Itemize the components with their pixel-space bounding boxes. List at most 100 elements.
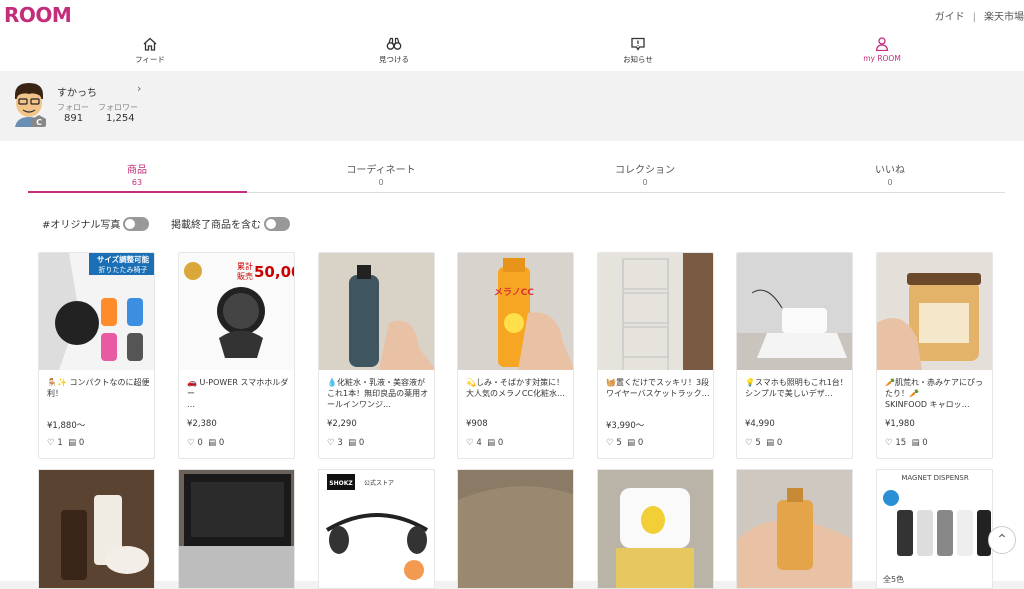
svg-text:C: C [36,118,42,127]
product-meta: ♡ 0 ▤ 0 [187,438,224,448]
svg-text:メラノCC: メラノCC [494,287,534,298]
product-card[interactable] [178,469,295,589]
svg-text:50,000: 50,000 [254,263,295,281]
product-image: SHOKZ 公式ストア [319,470,434,588]
product-card[interactable]: 💡スマホも照明もこれ1台！ シンプルで美しいデザ… ¥4,990 ♡ 5 ▤ 0 [736,252,853,459]
heart-icon[interactable]: ♡ [187,438,195,448]
comment-count: 0 [218,438,225,448]
comment-icon[interactable]: ▤ [766,438,774,448]
comment-icon[interactable]: ▤ [487,438,495,448]
heart-icon[interactable]: ♡ [745,438,753,448]
heart-icon[interactable]: ♡ [885,438,893,448]
product-image [39,470,154,588]
comment-count: 0 [358,438,365,448]
tab-products-label: 商品 [127,165,147,176]
heart-icon[interactable]: ♡ [606,438,614,448]
product-card[interactable]: 累計 販売 50,000 🚗 U-POWER スマホホルダー … ¥2,380 … [178,252,295,459]
product-image [319,253,434,370]
like-count: 15 [895,438,907,448]
tab-likes[interactable]: いいね 0 [780,161,1000,187]
product-image: メラノCC [458,253,573,370]
tab-collection-count: 0 [642,178,648,187]
rakuten-link[interactable]: 楽天市場 [984,12,1024,23]
tab-products[interactable]: 商品 63 [27,161,247,187]
nav-discover[interactable]: 見つける [354,37,434,65]
product-title: 💫しみ・そばかす対策に！大人気のメラノCC化粧水… [466,378,566,398]
tab-coordinate[interactable]: コーディネート 0 [271,161,491,187]
follow-label: フォロー [57,103,89,112]
product-card[interactable]: 🧺置くだけでスッキリ！3段ワイヤーバスケットラック… ¥3,990〜 ♡ 5 ▤… [597,252,714,459]
comment-icon[interactable]: ▤ [912,438,920,448]
tab-likes-label: いいね [875,165,905,176]
product-card[interactable]: SHOKZ 公式ストア [318,469,435,589]
top-links: ガイド | 楽天市場 [935,8,1024,23]
tab-coordinate-label: コーディネート [346,165,416,176]
room-logo[interactable]: ROOM [4,3,72,27]
nav-discover-label: 見つける [379,55,409,64]
like-count: 0 [197,438,203,448]
product-price: ¥2,290 [327,419,357,429]
heart-icon[interactable]: ♡ [47,438,55,448]
product-card[interactable] [736,469,853,589]
svg-text:累計: 累計 [237,261,253,271]
product-title: 🥕肌荒れ・赤みケアにぴったり！🥕 SKINFOOD キャロッ… [885,378,983,409]
product-image: サイズ調整可能 折りたたみ椅子 [39,253,154,370]
avatar[interactable]: C [9,79,49,127]
comment-icon[interactable]: ▤ [208,438,216,448]
product-card[interactable] [457,469,574,589]
tab-collection[interactable]: コレクション 0 [535,161,755,187]
ended-items-toggle[interactable] [264,216,290,231]
ended-items-filter: 掲載終了商品を含む [171,216,290,231]
guide-link[interactable]: ガイド [935,12,965,23]
product-price: ¥4,990 [745,419,775,429]
comment-icon[interactable]: ▤ [627,438,635,448]
product-card[interactable]: メラノCC 💫しみ・そばかす対策に！大人気のメラノCC化粧水… ¥908 ♡ 4… [457,252,574,459]
product-image: 累計 販売 50,000 [179,253,295,370]
scroll-top-button[interactable]: ⌃ [988,526,1016,554]
product-price: ¥3,990〜 [606,421,645,431]
product-card[interactable]: サイズ調整可能 折りたたみ椅子 🪑✨ コンパクトなのに超便利！ ¥1,880〜 … [38,252,155,459]
product-image [598,253,713,370]
user-name[interactable]: すかっち [57,84,97,99]
comment-icon[interactable]: ▤ [68,438,76,448]
heart-icon[interactable]: ♡ [466,438,474,448]
product-title: 🪑✨ コンパクトなのに超便利！ [47,378,150,398]
comment-icon[interactable]: ▤ [348,438,356,448]
comment-count: 0 [78,438,85,448]
nav-feed-label: フィード [135,55,165,64]
product-image [877,253,992,370]
product-card[interactable]: 💧化粧水・乳液・美容液がこれ1本！無印良品の薬用オールインワンジ… ¥2,290… [318,252,435,459]
binoculars-icon [386,37,402,50]
like-count: 5 [755,438,761,448]
nav-feed[interactable]: フィード [110,37,190,65]
product-image: MAGNET DISPENSR 全5色 [877,470,992,588]
product-image [179,470,294,588]
product-title: 💡スマホも照明もこれ1台！ シンプルで美しいデザ… [745,378,848,398]
product-card[interactable]: 🥕肌荒れ・赤みケアにぴったり！🥕 SKINFOOD キャロッ… ¥1,980 ♡… [876,252,993,459]
chevron-right-icon[interactable]: › [137,82,141,95]
content-area: 商品 63 コーディネート 0 コレクション 0 いいね 0 #オリジナル写真 掲載終了… [0,141,1024,589]
like-count: 4 [476,438,482,448]
tab-likes-count: 0 [887,178,893,187]
heart-icon[interactable]: ♡ [327,438,335,448]
product-title: 🚗 U-POWER スマホホルダー … [187,378,289,409]
svg-text:SHOKZ: SHOKZ [329,480,353,487]
nav-notice[interactable]: お知らせ [598,37,678,65]
follower-count[interactable]: 1,254 [106,113,135,124]
nav-my-room[interactable]: my ROOM [842,37,922,63]
follow-count[interactable]: 891 [64,113,83,124]
product-image [458,470,573,588]
original-photo-toggle[interactable] [123,216,150,231]
product-meta: ♡ 15 ▤ 0 [885,438,928,448]
product-image [737,253,852,370]
svg-text:サイズ調整可能: サイズ調整可能 [97,254,150,264]
separator: | [972,12,976,23]
notice-icon [631,37,645,51]
main-nav: フィード 見つける お知らせ my ROOM [0,31,1024,71]
product-card[interactable] [38,469,155,589]
product-image [737,470,852,588]
product-card[interactable] [597,469,714,589]
product-price: ¥908 [466,419,488,429]
product-title: 🧺置くだけでスッキリ！3段ワイヤーバスケットラック… [606,378,710,398]
product-card[interactable]: MAGNET DISPENSR 全5色 [876,469,993,589]
